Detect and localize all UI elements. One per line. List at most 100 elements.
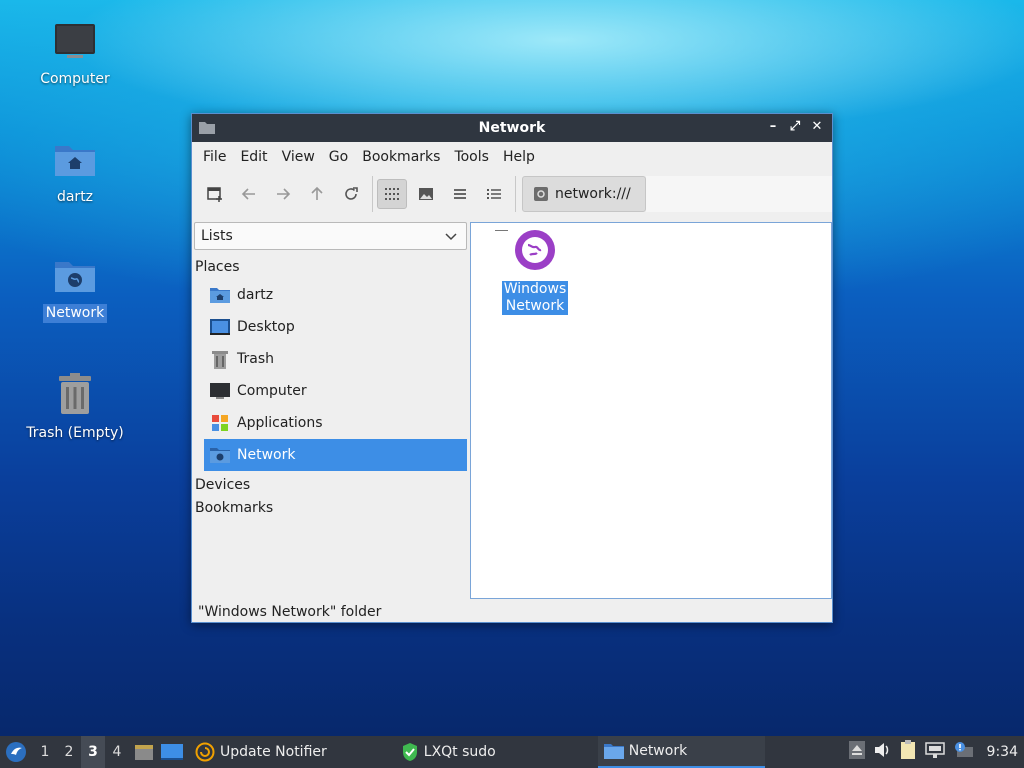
computer-icon (210, 381, 230, 401)
places-header[interactable]: Places (193, 256, 468, 279)
chevron-down-icon (445, 233, 457, 241)
side-pane-mode-value: Lists (201, 228, 233, 244)
desktop-switch-2[interactable]: 2 (57, 736, 81, 768)
place-applications[interactable]: Applications (204, 407, 467, 439)
reload-button[interactable] (336, 179, 366, 209)
bookmarks-header[interactable]: Bookmarks (193, 497, 468, 520)
place-label: Computer (237, 383, 307, 399)
toolbar: network:/// (192, 172, 832, 216)
trash-icon (53, 372, 97, 420)
desktop-icon-dartz[interactable]: dartz (20, 140, 130, 207)
folder-view[interactable]: Windows Network (470, 222, 832, 599)
clipboard-icon[interactable] (899, 740, 917, 764)
menu-go[interactable]: Go (322, 142, 355, 172)
home-folder-icon (53, 140, 97, 184)
menu-edit[interactable]: Edit (233, 142, 274, 172)
path-text: network:/// (555, 186, 631, 202)
close-button[interactable]: ✕ (808, 118, 826, 136)
network-folder-icon (53, 256, 97, 300)
main-menu-button[interactable] (0, 736, 33, 768)
path-button[interactable]: network:/// (522, 176, 646, 212)
detailed-list-icon (487, 189, 501, 199)
place-label: Trash (237, 351, 274, 367)
notification-icon[interactable] (953, 741, 975, 763)
task-network-window[interactable]: Network (597, 736, 765, 768)
task-label: Network (628, 743, 688, 759)
task-update-notifier[interactable]: Update Notifier (189, 736, 333, 768)
file-manager-icon (135, 745, 153, 760)
eject-icon[interactable] (848, 741, 865, 763)
side-pane-mode-select[interactable]: Lists (194, 222, 467, 250)
place-desktop[interactable]: Desktop (204, 311, 467, 343)
task-lxqt-sudo[interactable]: LXQt sudo (395, 736, 502, 768)
detailed-view-button[interactable] (479, 179, 509, 209)
image-icon (419, 188, 433, 200)
desktop-switch-1[interactable]: 1 (33, 736, 57, 768)
window-title: Network (478, 120, 546, 136)
up-button[interactable] (302, 179, 332, 209)
place-label: Desktop (237, 319, 295, 335)
place-computer[interactable]: Computer (204, 375, 467, 407)
toolbar-separator (372, 176, 373, 212)
desktop-icon (161, 744, 183, 760)
menu-help[interactable]: Help (496, 142, 542, 172)
folder-icon (603, 744, 624, 759)
file-label-line2: Network (505, 298, 565, 314)
thumbnail-view-button[interactable] (411, 179, 441, 209)
new-tab-button[interactable] (200, 179, 230, 209)
applications-icon (210, 413, 230, 433)
file-item-windows-network[interactable]: Windows Network (501, 229, 569, 315)
quicklaunch-show-desktop[interactable] (159, 736, 189, 768)
desktop-switch-3[interactable]: 3 (81, 736, 105, 768)
place-network[interactable]: Network (204, 439, 467, 471)
file-manager-window: Network – ⤢ ✕ File Edit View Go Bookmark… (191, 113, 833, 623)
file-label-line1: Windows (503, 281, 567, 297)
place-label: Applications (237, 415, 323, 431)
trash-icon (210, 349, 230, 369)
menu-file[interactable]: File (196, 142, 233, 172)
place-dartz[interactable]: dartz (204, 279, 467, 311)
desktop-icon-label: Computer (40, 71, 110, 87)
devices-header[interactable]: Devices (193, 474, 468, 497)
desktop-switch-4[interactable]: 4 (105, 736, 129, 768)
volume-icon[interactable] (873, 741, 891, 763)
list-icon (454, 189, 466, 199)
network-status-icon[interactable] (924, 741, 945, 763)
path-bar-area[interactable] (646, 176, 832, 212)
status-bar: "Windows Network" folder (198, 604, 382, 620)
desktop-icon-trash[interactable]: Trash (Empty) (20, 372, 130, 443)
window-titlebar[interactable]: Network – ⤢ ✕ (192, 114, 832, 142)
computer-icon (53, 22, 97, 66)
task-label: LXQt sudo (423, 744, 496, 760)
side-pane: Lists Places dartz Desktop Trash Compute… (193, 222, 468, 604)
desktop-icon-computer[interactable]: Computer (20, 22, 130, 89)
forward-button[interactable] (268, 179, 298, 209)
place-label: dartz (237, 287, 274, 303)
menu-tools[interactable]: Tools (447, 142, 496, 172)
taskbar: 1 2 3 4 Update Notifier LXQt sudo Networ… (0, 736, 1024, 768)
home-folder-icon (210, 285, 230, 305)
place-trash[interactable]: Trash (204, 343, 467, 375)
toolbar-separator (515, 176, 516, 212)
desktop-icon-label: Trash (Empty) (26, 425, 124, 441)
icon-view-button[interactable] (377, 179, 407, 209)
new-tab-icon (207, 187, 222, 202)
desktop-icon-label: dartz (56, 189, 94, 205)
minimize-button[interactable]: – (764, 118, 782, 136)
compact-view-button[interactable] (445, 179, 475, 209)
quicklaunch-file-manager[interactable] (129, 736, 159, 768)
network-icon (210, 445, 230, 465)
update-notifier-icon (195, 742, 215, 762)
arrow-right-icon (277, 188, 291, 200)
maximize-button[interactable]: ⤢ (786, 118, 804, 136)
menubar: File Edit View Go Bookmarks Tools Help (192, 142, 832, 172)
menu-view[interactable]: View (275, 142, 322, 172)
desktop-icon (210, 317, 230, 337)
desktop-icon-network[interactable]: Network (20, 256, 130, 323)
desktop-icon-label: Network (42, 304, 108, 323)
lxqt-logo-icon (6, 742, 26, 762)
clock[interactable]: 9:34 (987, 744, 1018, 760)
back-button[interactable] (234, 179, 264, 209)
reload-icon (345, 187, 358, 200)
menu-bookmarks[interactable]: Bookmarks (355, 142, 447, 172)
